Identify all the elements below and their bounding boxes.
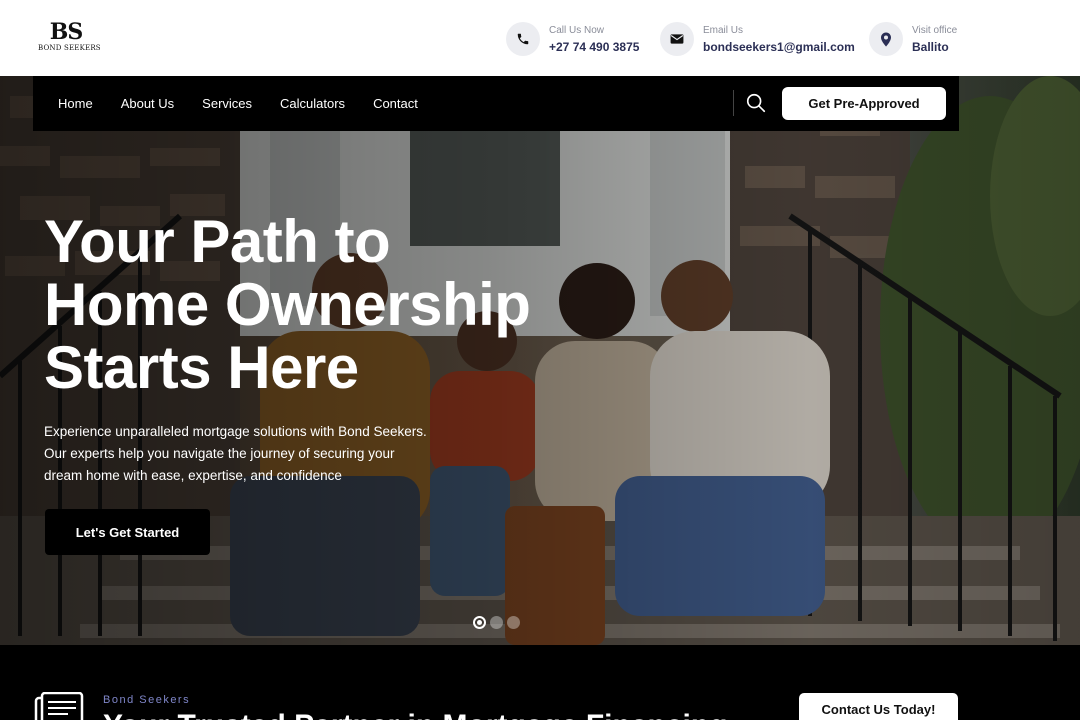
- top-contact-bar: BS BOND SEEKERS Call Us Now +27 74 490 3…: [0, 0, 1080, 76]
- nav-services[interactable]: Services: [202, 96, 252, 111]
- nav-links: Home About Us Services Calculators Conta…: [58, 96, 446, 111]
- slider-dot-1[interactable]: [473, 616, 486, 629]
- main-navbar: Home About Us Services Calculators Conta…: [33, 76, 959, 131]
- slider-dot-2[interactable]: [490, 616, 503, 629]
- contact-phone-value[interactable]: +27 74 490 3875: [549, 39, 639, 55]
- envelope-icon: [660, 22, 694, 56]
- hero-headline: Your Path to Home Ownership Starts Here: [44, 210, 624, 399]
- hero-headline-line-1: Your Path to: [44, 208, 391, 275]
- nav-contact[interactable]: Contact: [373, 96, 418, 111]
- contact-office-value[interactable]: Ballito: [912, 39, 957, 55]
- nav-home[interactable]: Home: [58, 96, 93, 111]
- lets-get-started-button[interactable]: Let's Get Started: [45, 509, 210, 555]
- nav-divider: [733, 90, 734, 116]
- hero-subtext-line-3: dream home with ease, expertise, and con…: [44, 468, 342, 483]
- hero-subtext: Experience unparalleled mortgage solutio…: [44, 421, 484, 487]
- hero-subtext-line-1: Experience unparalleled mortgage solutio…: [44, 424, 427, 439]
- phone-icon: [506, 22, 540, 56]
- hero-headline-line-2: Home Ownership: [44, 271, 531, 338]
- get-pre-approved-button[interactable]: Get Pre-Approved: [782, 87, 946, 120]
- map-pin-icon: [869, 22, 903, 56]
- hero-subtext-line-2: Our experts help you navigate the journe…: [44, 446, 395, 461]
- intro-strip: Bond Seekers Your Trusted Partner in Mor…: [0, 645, 1080, 720]
- section-title: Your Trusted Partner in Mortgage Financi…: [103, 709, 728, 720]
- hero-headline-line-3: Starts Here: [44, 334, 359, 401]
- contact-us-today-button[interactable]: Contact Us Today!: [799, 693, 958, 720]
- nav-about-us[interactable]: About Us: [121, 96, 174, 111]
- contact-phone-label: Call Us Now: [549, 24, 605, 36]
- search-icon[interactable]: [745, 92, 767, 114]
- contact-email[interactable]: Email Us bondseekers1@gmail.com: [660, 22, 855, 56]
- contact-office-label: Visit office: [912, 24, 958, 36]
- slider-dot-3[interactable]: [507, 616, 520, 629]
- logo-name: BOND SEEKERS: [38, 44, 101, 52]
- nav-calculators[interactable]: Calculators: [280, 96, 345, 111]
- logo-mark: BS: [49, 19, 83, 45]
- hero-section: Your Path to Home Ownership Starts Here …: [0, 76, 1080, 645]
- section-kicker: Bond Seekers: [103, 694, 191, 706]
- site-logo[interactable]: BS BOND SEEKERS: [38, 19, 101, 56]
- document-icon: [34, 691, 84, 720]
- contact-office[interactable]: Visit office Ballito: [869, 22, 957, 56]
- slider-pagination: [473, 616, 524, 629]
- contact-phone[interactable]: Call Us Now +27 74 490 3875: [506, 22, 639, 56]
- contact-email-label: Email Us: [703, 24, 744, 36]
- contact-email-value[interactable]: bondseekers1@gmail.com: [703, 39, 855, 55]
